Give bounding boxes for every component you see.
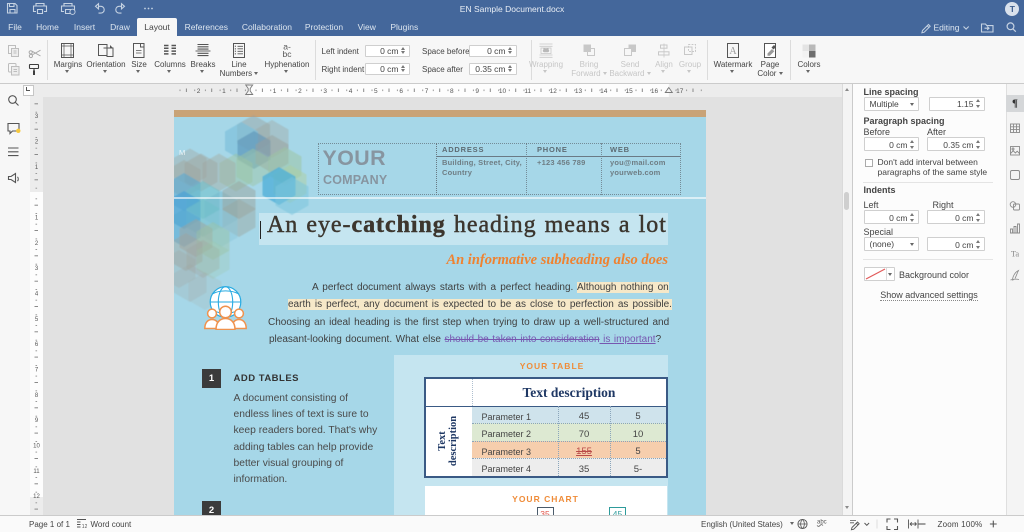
- svg-text:4: 4: [349, 88, 353, 95]
- svg-text:16: 16: [651, 88, 659, 95]
- svg-text:2: 2: [197, 88, 201, 95]
- svg-text:13: 13: [575, 88, 583, 95]
- svg-text:2: 2: [298, 88, 302, 95]
- svg-text:6: 6: [399, 88, 403, 95]
- svg-text:17: 17: [676, 88, 684, 95]
- svg-text:12: 12: [33, 494, 40, 500]
- svg-text:9: 9: [475, 88, 479, 95]
- svg-text:11: 11: [33, 469, 40, 475]
- svg-text:11: 11: [524, 88, 531, 95]
- svg-text:10: 10: [33, 444, 40, 450]
- svg-text:14: 14: [600, 88, 608, 95]
- svg-text:1: 1: [222, 88, 226, 95]
- svg-text:12: 12: [550, 88, 558, 95]
- svg-text:5: 5: [374, 88, 378, 95]
- svg-text:1: 1: [273, 88, 277, 95]
- svg-text:8: 8: [450, 88, 454, 95]
- svg-text:7: 7: [425, 88, 429, 95]
- svg-text:¶: ¶: [1012, 98, 1018, 110]
- svg-text:123: 123: [82, 524, 87, 529]
- svg-text:A: A: [729, 46, 737, 57]
- svg-text:15: 15: [625, 88, 633, 95]
- svg-text:3: 3: [323, 88, 327, 95]
- svg-text:Editing: Editing: [934, 22, 960, 32]
- svg-text:10: 10: [499, 88, 507, 95]
- svg-text:Ta: Ta: [1011, 249, 1020, 259]
- svg-text:bc: bc: [283, 49, 293, 59]
